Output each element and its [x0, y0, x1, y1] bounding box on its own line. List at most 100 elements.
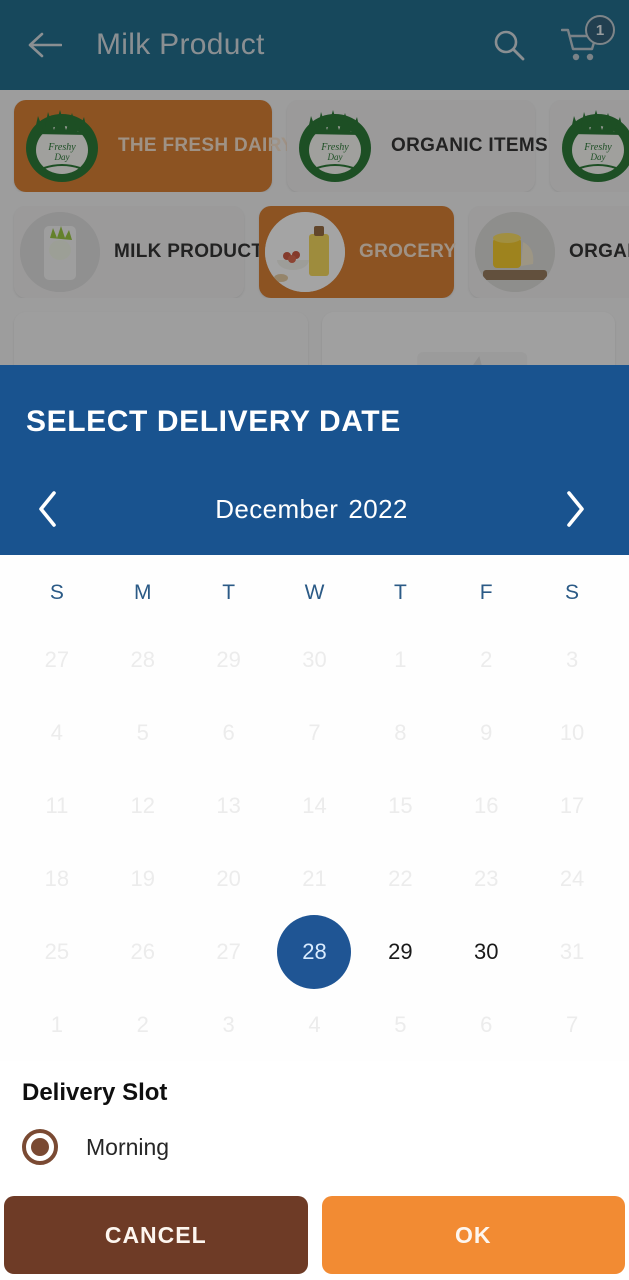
weekday-label: S: [565, 581, 580, 604]
calendar-day-label: 23: [473, 865, 499, 891]
calendar-day-3: 3: [529, 623, 615, 696]
chevron-left-icon: [39, 491, 56, 527]
calendar-day-label: 3: [565, 646, 579, 672]
calendar-day-label: 2: [136, 1011, 149, 1037]
calendar-day-label: 27: [44, 646, 70, 672]
calendar-day-27: 27: [186, 915, 272, 988]
calendar-day-1: 1: [357, 623, 443, 696]
month-year-label: December 2022: [76, 494, 547, 525]
calendar-day-19: 19: [100, 842, 186, 915]
radio-button-morning[interactable]: [22, 1129, 58, 1165]
calendar-day-21: 21: [272, 842, 358, 915]
calendar-day-5: 5: [357, 988, 443, 1061]
calendar-day-31: 31: [529, 915, 615, 988]
calendar-day-17: 17: [529, 769, 615, 842]
weekday-label: M: [134, 581, 152, 604]
calendar-day-14: 14: [272, 769, 358, 842]
calendar-day-label: 28: [130, 646, 155, 672]
year-number: 2022: [348, 493, 408, 524]
calendar-day-7: 7: [272, 696, 358, 769]
calendar-day-label: 19: [130, 865, 155, 891]
calendar-day-27: 27: [14, 623, 100, 696]
weekday-label: T: [393, 581, 407, 604]
select-delivery-date-dialog: SELECT DELIVERY DATE December 2022 S M T …: [0, 365, 629, 1280]
calendar-day-label: 16: [473, 792, 499, 818]
calendar-day-label: 29: [388, 938, 413, 964]
weekday-label: W: [304, 581, 325, 604]
calendar-day-15: 15: [357, 769, 443, 842]
calendar-day-label: 30: [473, 938, 499, 964]
calendar-day-label: 5: [394, 1011, 407, 1037]
calendar-day-label: 10: [559, 719, 585, 745]
calendar-day-28[interactable]: 28: [272, 914, 358, 989]
calendar-day-label: 31: [559, 938, 585, 964]
calendar-day-label: 28: [277, 914, 352, 989]
weekday-label: S: [49, 581, 64, 604]
calendar-day-label: 1: [394, 646, 407, 672]
calendar-day-label: 26: [130, 938, 155, 964]
calendar-day-label: 8: [394, 719, 407, 745]
calendar-day-label: 4: [308, 1011, 321, 1037]
calendar-day-label: 30: [302, 646, 327, 672]
calendar-days-grid: 27 28 29 30 1 2 3 4 5 6 7 8 9 10 11 12 13 14 15 16 17 18 19 20 2…: [14, 623, 615, 1061]
calendar-day-label: 20: [216, 865, 241, 891]
calendar-day-26: 26: [100, 915, 186, 988]
calendar-day-16: 16: [443, 769, 529, 842]
calendar-day-29: 29: [186, 623, 272, 696]
calendar-day-label: 6: [222, 719, 235, 745]
calendar-day-6: 6: [443, 988, 529, 1061]
ok-button[interactable]: OK: [321, 1196, 625, 1274]
month-name: December: [215, 493, 339, 524]
next-month-button[interactable]: [547, 481, 603, 537]
calendar-day-1: 1: [14, 988, 100, 1061]
calendar-day-label: 4: [50, 719, 64, 745]
calendar-day-20: 20: [186, 842, 272, 915]
calendar-day-label: 24: [559, 865, 585, 891]
calendar-day-label: 6: [480, 1011, 493, 1037]
calendar-day-label: 11: [45, 792, 69, 818]
previous-month-button[interactable]: [20, 481, 76, 537]
calendar-day-30[interactable]: 30: [443, 915, 529, 988]
calendar-day-label: 17: [559, 792, 585, 818]
weekday-label: T: [222, 581, 236, 604]
calendar-day-30: 30: [272, 623, 358, 696]
calendar-day-3: 3: [186, 988, 272, 1061]
cancel-button[interactable]: CANCEL: [4, 1196, 308, 1274]
calendar-day-9: 9: [443, 696, 529, 769]
month-navigation-bar: December 2022: [0, 463, 629, 555]
calendar-day-22: 22: [357, 842, 443, 915]
calendar-day-label: 2: [480, 646, 493, 672]
calendar-day-label: 7: [565, 1011, 579, 1037]
calendar-day-8: 8: [357, 696, 443, 769]
weekday-header-row: S M T W T F S: [14, 555, 615, 623]
calendar-day-label: 18: [44, 865, 70, 891]
calendar-day-5: 5: [100, 696, 186, 769]
calendar-day-2: 2: [443, 623, 529, 696]
calendar-day-label: 15: [388, 792, 413, 818]
radio-dot-icon: [31, 1138, 49, 1156]
calendar-day-13: 13: [186, 769, 272, 842]
calendar-day-29[interactable]: 29: [357, 915, 443, 988]
calendar-day-label: 21: [302, 865, 327, 891]
delivery-slot-section: Delivery Slot Morning: [0, 1061, 629, 1165]
calendar-day-24: 24: [529, 842, 615, 915]
calendar-day-2: 2: [100, 988, 186, 1061]
calendar-body: S M T W T F S 27 28 29 30 1 2 3 4 5 6 7 8 9 10 11 12 13 1…: [0, 555, 629, 1061]
calendar-day-23: 23: [443, 842, 529, 915]
calendar-day-label: 22: [388, 865, 413, 891]
calendar-day-10: 10: [529, 696, 615, 769]
calendar-day-label: 9: [480, 719, 493, 745]
dialog-title: SELECT DELIVERY DATE: [26, 405, 401, 438]
calendar-day-4: 4: [14, 696, 100, 769]
calendar-day-label: 7: [308, 719, 321, 745]
calendar-day-4: 4: [272, 988, 358, 1061]
delivery-slot-title: Delivery Slot: [22, 1079, 168, 1106]
calendar-day-11: 11: [14, 769, 100, 842]
calendar-day-28: 28: [100, 623, 186, 696]
calendar-day-label: 5: [136, 719, 149, 745]
delivery-slot-option-morning[interactable]: Morning: [22, 1129, 607, 1165]
calendar-day-25: 25: [14, 915, 100, 988]
weekday-label: F: [479, 581, 493, 604]
chevron-right-icon: [567, 491, 584, 527]
calendar-day-label: 29: [216, 646, 241, 672]
